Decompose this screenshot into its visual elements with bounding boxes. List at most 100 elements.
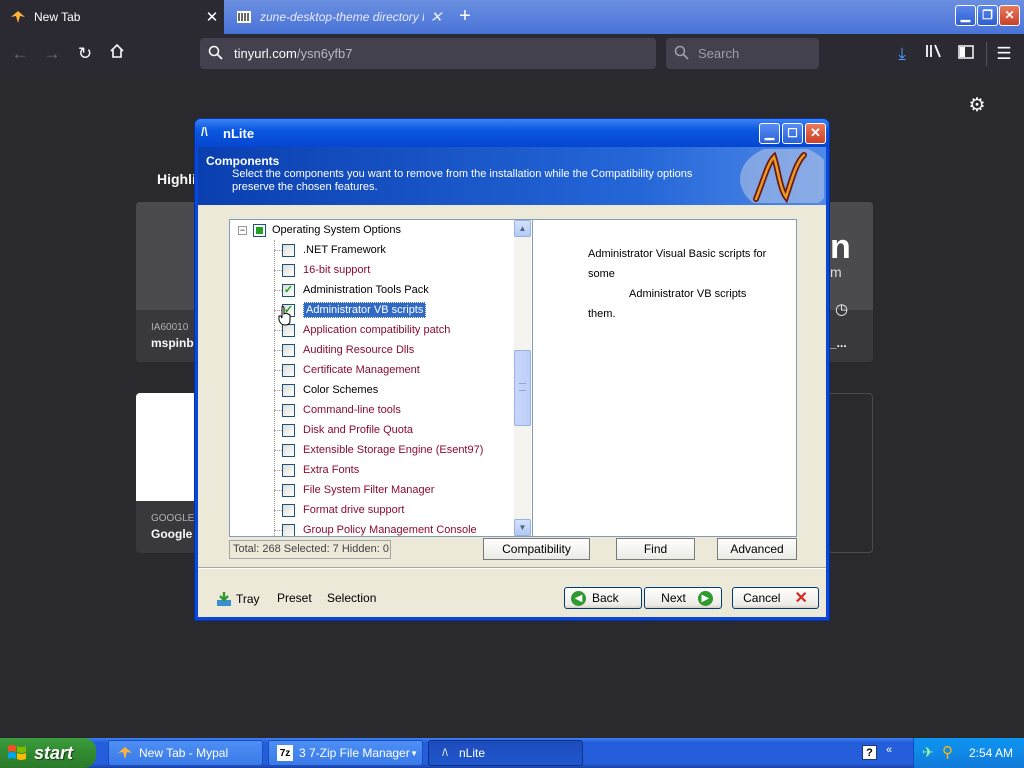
- library-icon[interactable]: [920, 40, 948, 68]
- minimize-button[interactable]: ▁: [759, 123, 780, 144]
- start-button[interactable]: start: [0, 738, 96, 768]
- header-description: Select the components you want to remove…: [232, 168, 693, 193]
- tab-title: New Tab: [34, 10, 81, 24]
- system-tray: ✈ ⚲ 2:54 AM: [913, 738, 1024, 768]
- tree-item[interactable]: ✓ Administration Tools Pack: [274, 280, 429, 300]
- tray-button[interactable]: Tray: [216, 591, 260, 607]
- tree-item-label: Color Schemes: [303, 384, 379, 396]
- forward-arrow-icon[interactable]: →: [38, 40, 66, 68]
- tree-item[interactable]: Extensible Storage Engine (Esent97): [274, 440, 483, 460]
- tab-new-tab[interactable]: New Tab ✕: [0, 0, 224, 34]
- component-status: Total: 268 Selected: 7 Hidden: 0: [229, 540, 391, 559]
- tree-item[interactable]: 16-bit support: [274, 260, 370, 280]
- find-button[interactable]: Find: [616, 538, 695, 560]
- start-label: start: [34, 742, 74, 763]
- tree-item[interactable]: Color Schemes: [274, 380, 378, 400]
- checkbox[interactable]: [282, 383, 295, 397]
- card-host: GOOGLE: [151, 513, 195, 524]
- checkbox[interactable]: [282, 363, 295, 377]
- taskbar-item-mypal[interactable]: New Tab - Mypal: [108, 740, 263, 766]
- back-button[interactable]: ◀ Back: [564, 587, 642, 609]
- preset-button[interactable]: Preset: [277, 591, 312, 605]
- browser-nav-bar: ← → ↻ tinyurl.com/ysn6yfb7 Search ⤓ ☰: [0, 34, 1024, 74]
- checkbox[interactable]: [282, 423, 295, 437]
- checkbox[interactable]: [282, 463, 295, 477]
- taskbar-item-7zip[interactable]: 7z 3 7-Zip File Manager ▼: [268, 740, 423, 766]
- tree-item[interactable]: File System Filter Manager: [274, 480, 434, 500]
- checkbox[interactable]: [282, 343, 295, 357]
- tree-item[interactable]: ✓ Administrator VB scripts: [274, 300, 427, 320]
- cancel-x-icon: ✕: [794, 590, 808, 607]
- reload-icon[interactable]: ↻: [71, 40, 99, 68]
- tree-connector: [274, 349, 282, 351]
- close-tab-icon[interactable]: ✕: [200, 8, 224, 26]
- group-dropdown-icon[interactable]: ▼: [410, 749, 418, 758]
- close-button[interactable]: ✕: [805, 123, 826, 144]
- tree-root-os-options[interactable]: − Operating System Options: [238, 220, 401, 240]
- partial-checkbox[interactable]: [253, 223, 266, 237]
- maximize-button[interactable]: ☐: [782, 123, 803, 144]
- tree-item[interactable]: Disk and Profile Quota: [274, 420, 413, 440]
- checkbox[interactable]: [282, 263, 295, 277]
- cancel-button[interactable]: Cancel ✕: [732, 587, 819, 609]
- scroll-thumb[interactable]: [514, 350, 531, 426]
- tray-expand-icon[interactable]: «: [886, 744, 902, 756]
- vertical-scrollbar[interactable]: ▲ ▼: [514, 220, 531, 536]
- taskbar-item-nlite[interactable]: /\ nLite: [428, 740, 583, 766]
- compatibility-button[interactable]: Compatibility: [483, 538, 590, 560]
- tree-item[interactable]: Auditing Resource Dlls: [274, 340, 414, 360]
- checkbox[interactable]: [282, 403, 295, 417]
- scroll-down-icon[interactable]: ▼: [514, 519, 531, 536]
- checkbox[interactable]: [282, 443, 295, 457]
- tree-item-label: Format drive support: [303, 504, 405, 516]
- scroll-up-icon[interactable]: ▲: [514, 220, 531, 237]
- checkbox[interactable]: [282, 523, 295, 536]
- checkbox[interactable]: [282, 483, 295, 497]
- tree-connector: [274, 289, 282, 291]
- advanced-button[interactable]: Advanced: [717, 538, 797, 560]
- tree-item[interactable]: .NET Framework: [274, 240, 386, 260]
- search-bar[interactable]: Search: [666, 38, 819, 69]
- tree-connector: [274, 389, 282, 391]
- tree-item[interactable]: Command-line tools: [274, 400, 401, 420]
- tree-item-label: File System Filter Manager: [303, 484, 435, 496]
- tree-item-label: Auditing Resource Dlls: [303, 344, 415, 356]
- firefox-icon: [10, 9, 26, 25]
- selection-button[interactable]: Selection: [327, 591, 376, 605]
- help-icon[interactable]: ?: [862, 745, 877, 760]
- components-tree[interactable]: − Operating System Options .NET Framewor…: [229, 219, 533, 537]
- search-icon[interactable]: ⚲: [942, 743, 953, 761]
- card-title: _...: [830, 336, 847, 350]
- clock[interactable]: 2:54 AM: [969, 746, 1013, 760]
- tree-item[interactable]: Application compatibility patch: [274, 320, 450, 340]
- checkbox[interactable]: [282, 503, 295, 517]
- url-bar[interactable]: tinyurl.com/ysn6yfb7: [200, 38, 656, 69]
- tree-item[interactable]: Group Policy Management Console: [274, 520, 477, 536]
- tree-item[interactable]: Format drive support: [274, 500, 404, 520]
- network-icon[interactable]: ✈: [922, 744, 934, 761]
- back-arrow-icon[interactable]: ←: [6, 40, 34, 68]
- checkbox[interactable]: [282, 243, 295, 257]
- taskbar-item-label: 3 7-Zip File Manager: [299, 746, 410, 760]
- collapse-icon[interactable]: −: [238, 225, 247, 235]
- restore-window-button[interactable]: ❐: [977, 5, 998, 26]
- tree-connector: [274, 449, 282, 451]
- home-icon[interactable]: [103, 40, 131, 68]
- download-icon[interactable]: ⤓: [888, 40, 916, 68]
- grip-icon: [519, 383, 526, 391]
- tree-connector: [274, 269, 282, 271]
- tree-item[interactable]: Extra Fonts: [274, 460, 359, 480]
- sidebar-icon[interactable]: [952, 40, 980, 68]
- minimize-window-button[interactable]: ▁: [955, 5, 976, 26]
- highlight-card[interactable]: n m ◷ _...: [828, 202, 873, 362]
- checked-checkbox[interactable]: ✓: [282, 283, 295, 297]
- mypal-icon: [117, 745, 133, 761]
- close-window-button[interactable]: ✕: [999, 5, 1020, 26]
- menu-icon[interactable]: ☰: [990, 40, 1018, 68]
- tab-zune-directory[interactable]: zune-desktop-theme directory list ✕: [226, 0, 448, 34]
- gear-icon[interactable]: ⚙: [966, 94, 988, 116]
- next-button[interactable]: Next ▶: [644, 587, 722, 609]
- tree-item[interactable]: Certificate Management: [274, 360, 420, 380]
- close-tab-icon[interactable]: ✕: [424, 8, 448, 26]
- new-tab-plus-icon[interactable]: +: [452, 4, 478, 30]
